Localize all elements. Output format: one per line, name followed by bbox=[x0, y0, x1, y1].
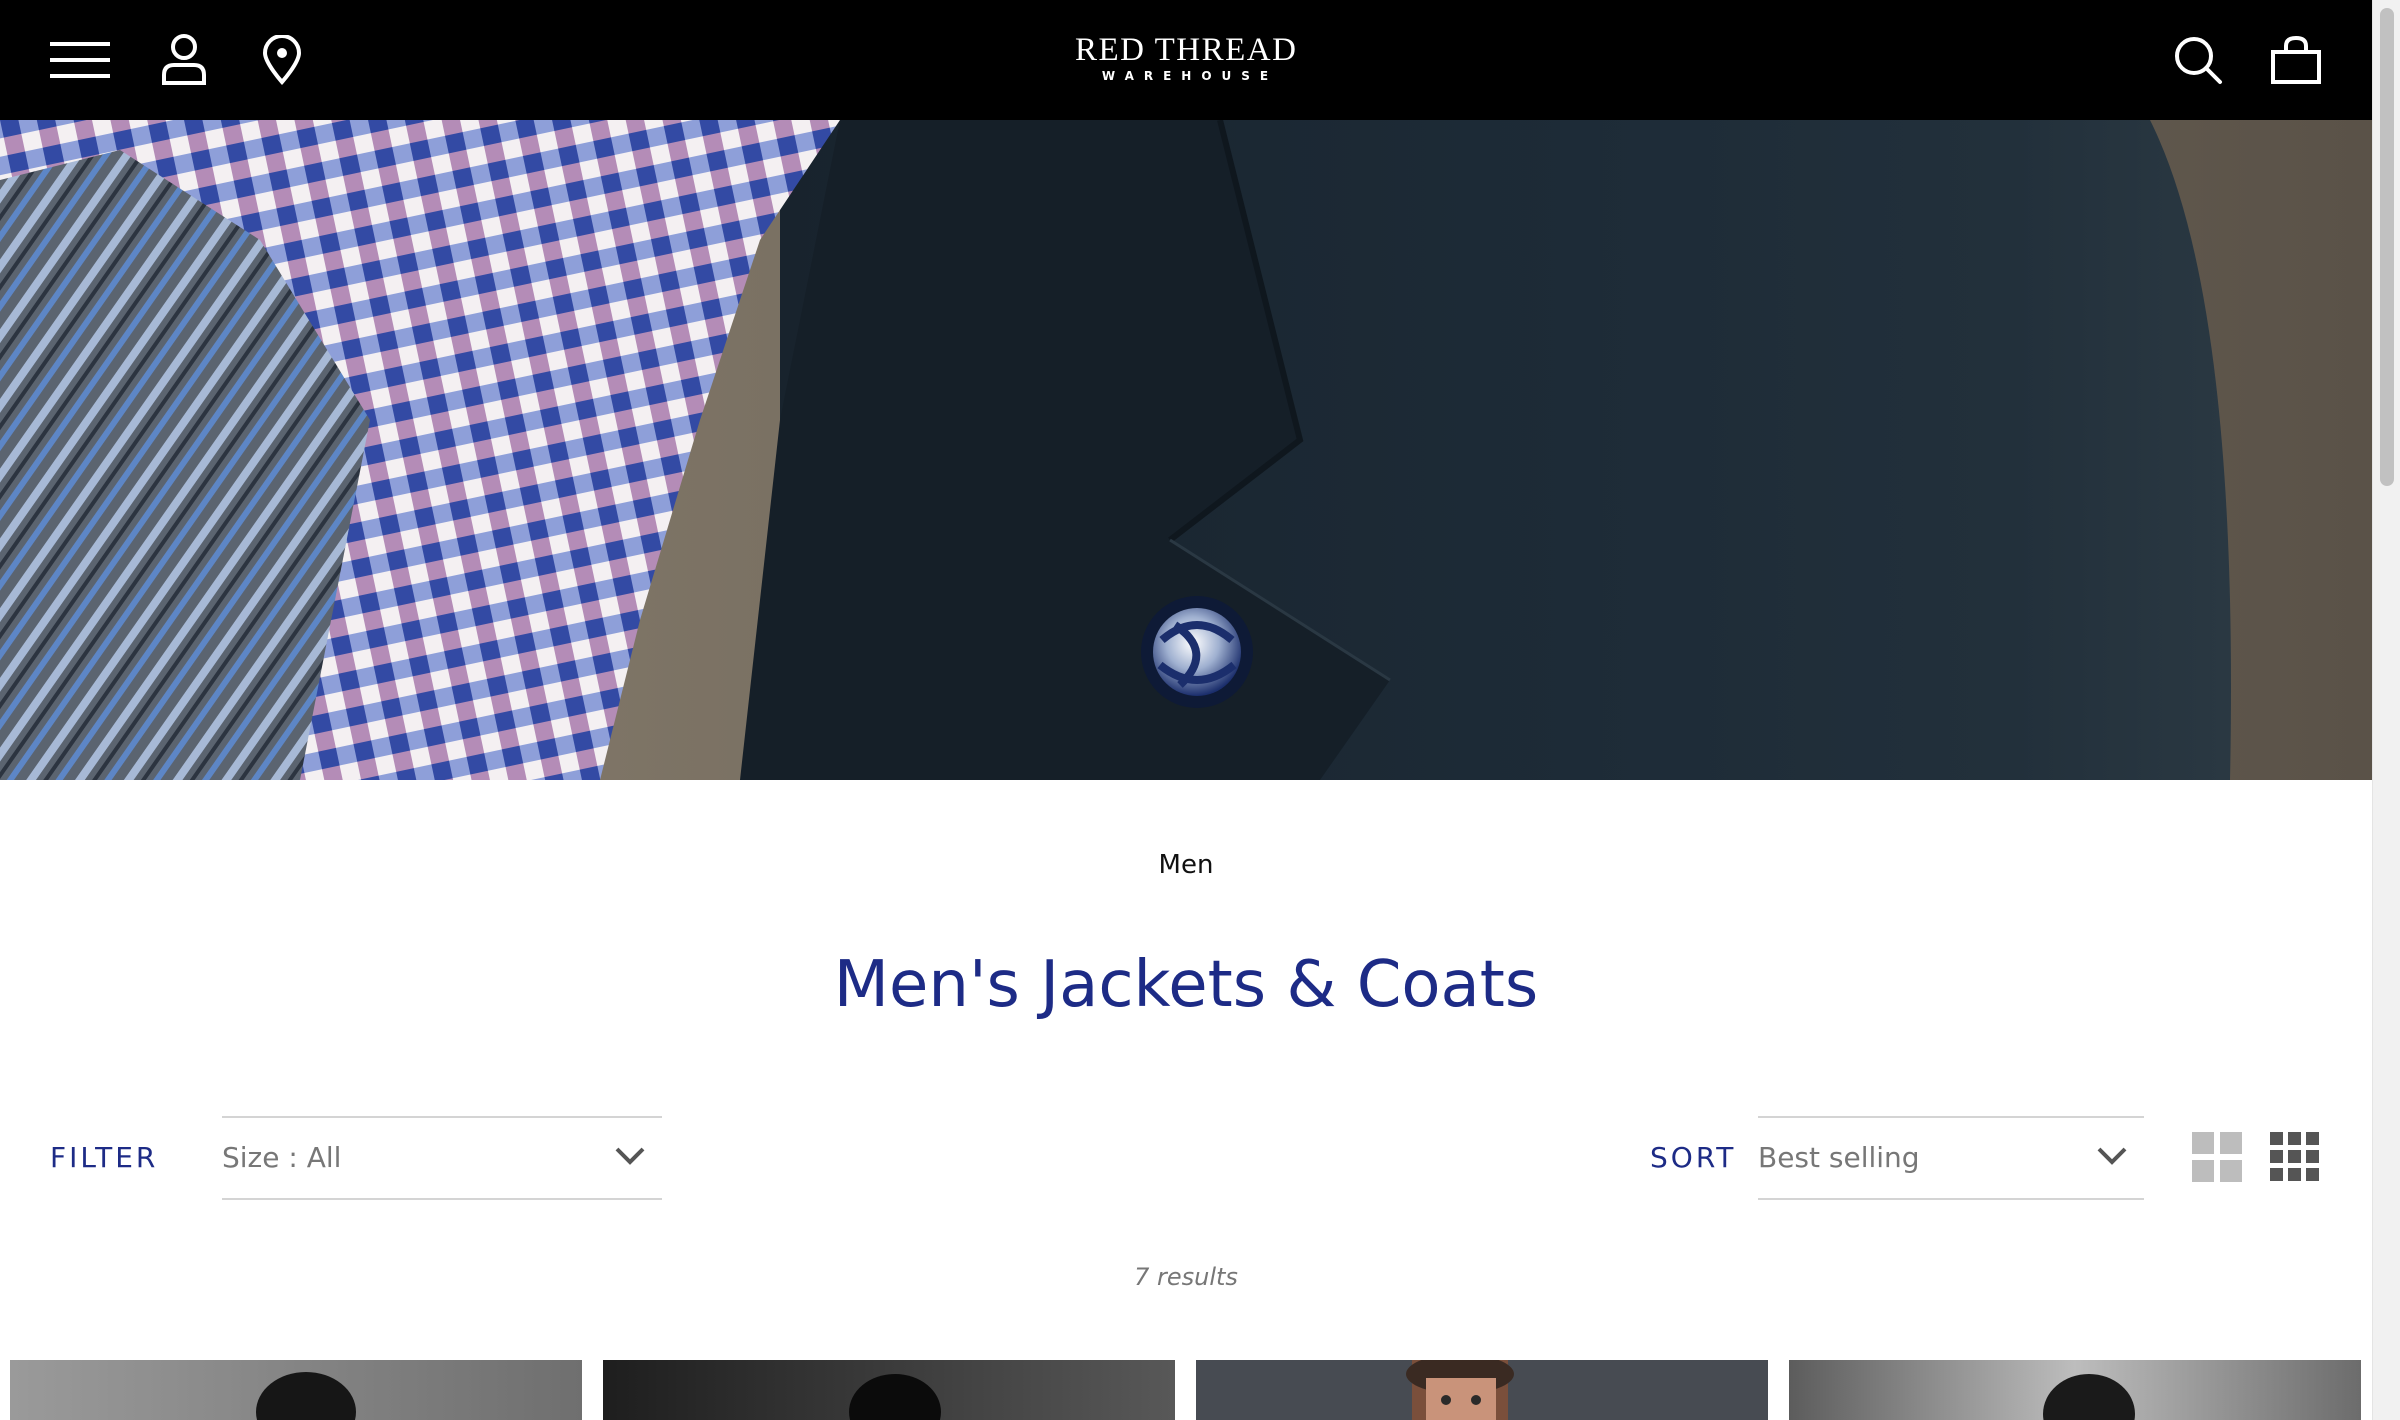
logo-sub-text: WAREHOUSE bbox=[1101, 69, 1279, 83]
page-scrollbar[interactable] bbox=[2372, 0, 2400, 1420]
breadcrumb: Men bbox=[0, 850, 2372, 880]
product-card[interactable] bbox=[10, 1360, 582, 1420]
site-header: RED THREAD WAREHOUSE bbox=[0, 0, 2372, 120]
account-icon[interactable] bbox=[154, 30, 214, 90]
menu-icon[interactable] bbox=[50, 30, 110, 90]
product-card[interactable] bbox=[603, 1360, 1175, 1420]
size-filter-value: Size : All bbox=[222, 1141, 342, 1174]
filter-label: FILTER bbox=[50, 1141, 159, 1174]
store-location-icon[interactable] bbox=[252, 30, 312, 90]
two-column-grid-icon[interactable] bbox=[2192, 1132, 2244, 1184]
cart-icon[interactable] bbox=[2266, 30, 2326, 90]
three-column-grid-icon[interactable] bbox=[2270, 1132, 2322, 1184]
results-count: 7 results bbox=[1134, 1263, 1238, 1291]
site-logo[interactable]: RED THREAD WAREHOUSE bbox=[1075, 32, 1298, 88]
product-card[interactable] bbox=[1789, 1360, 2361, 1420]
product-card[interactable] bbox=[1196, 1360, 1768, 1420]
search-icon[interactable] bbox=[2168, 30, 2228, 90]
sort-value: Best selling bbox=[1758, 1141, 1920, 1174]
scrollbar-thumb[interactable] bbox=[2380, 8, 2394, 486]
sort-label: SORT bbox=[1650, 1141, 1737, 1174]
sort-select[interactable]: Best selling bbox=[1758, 1116, 2144, 1200]
logo-main-text: RED THREAD bbox=[1075, 32, 1298, 68]
page: RED THREAD WAREHOUSE Men Men's Jackets &… bbox=[0, 0, 2372, 1420]
page-title: Men's Jackets & Coats bbox=[833, 948, 1539, 1022]
chevron-down-icon bbox=[614, 1146, 646, 1171]
breadcrumb-link-men[interactable]: Men bbox=[1159, 850, 1214, 880]
chevron-down-icon bbox=[2096, 1146, 2128, 1171]
collection-hero-image bbox=[0, 120, 2372, 780]
size-filter-select[interactable]: Size : All bbox=[222, 1116, 662, 1200]
